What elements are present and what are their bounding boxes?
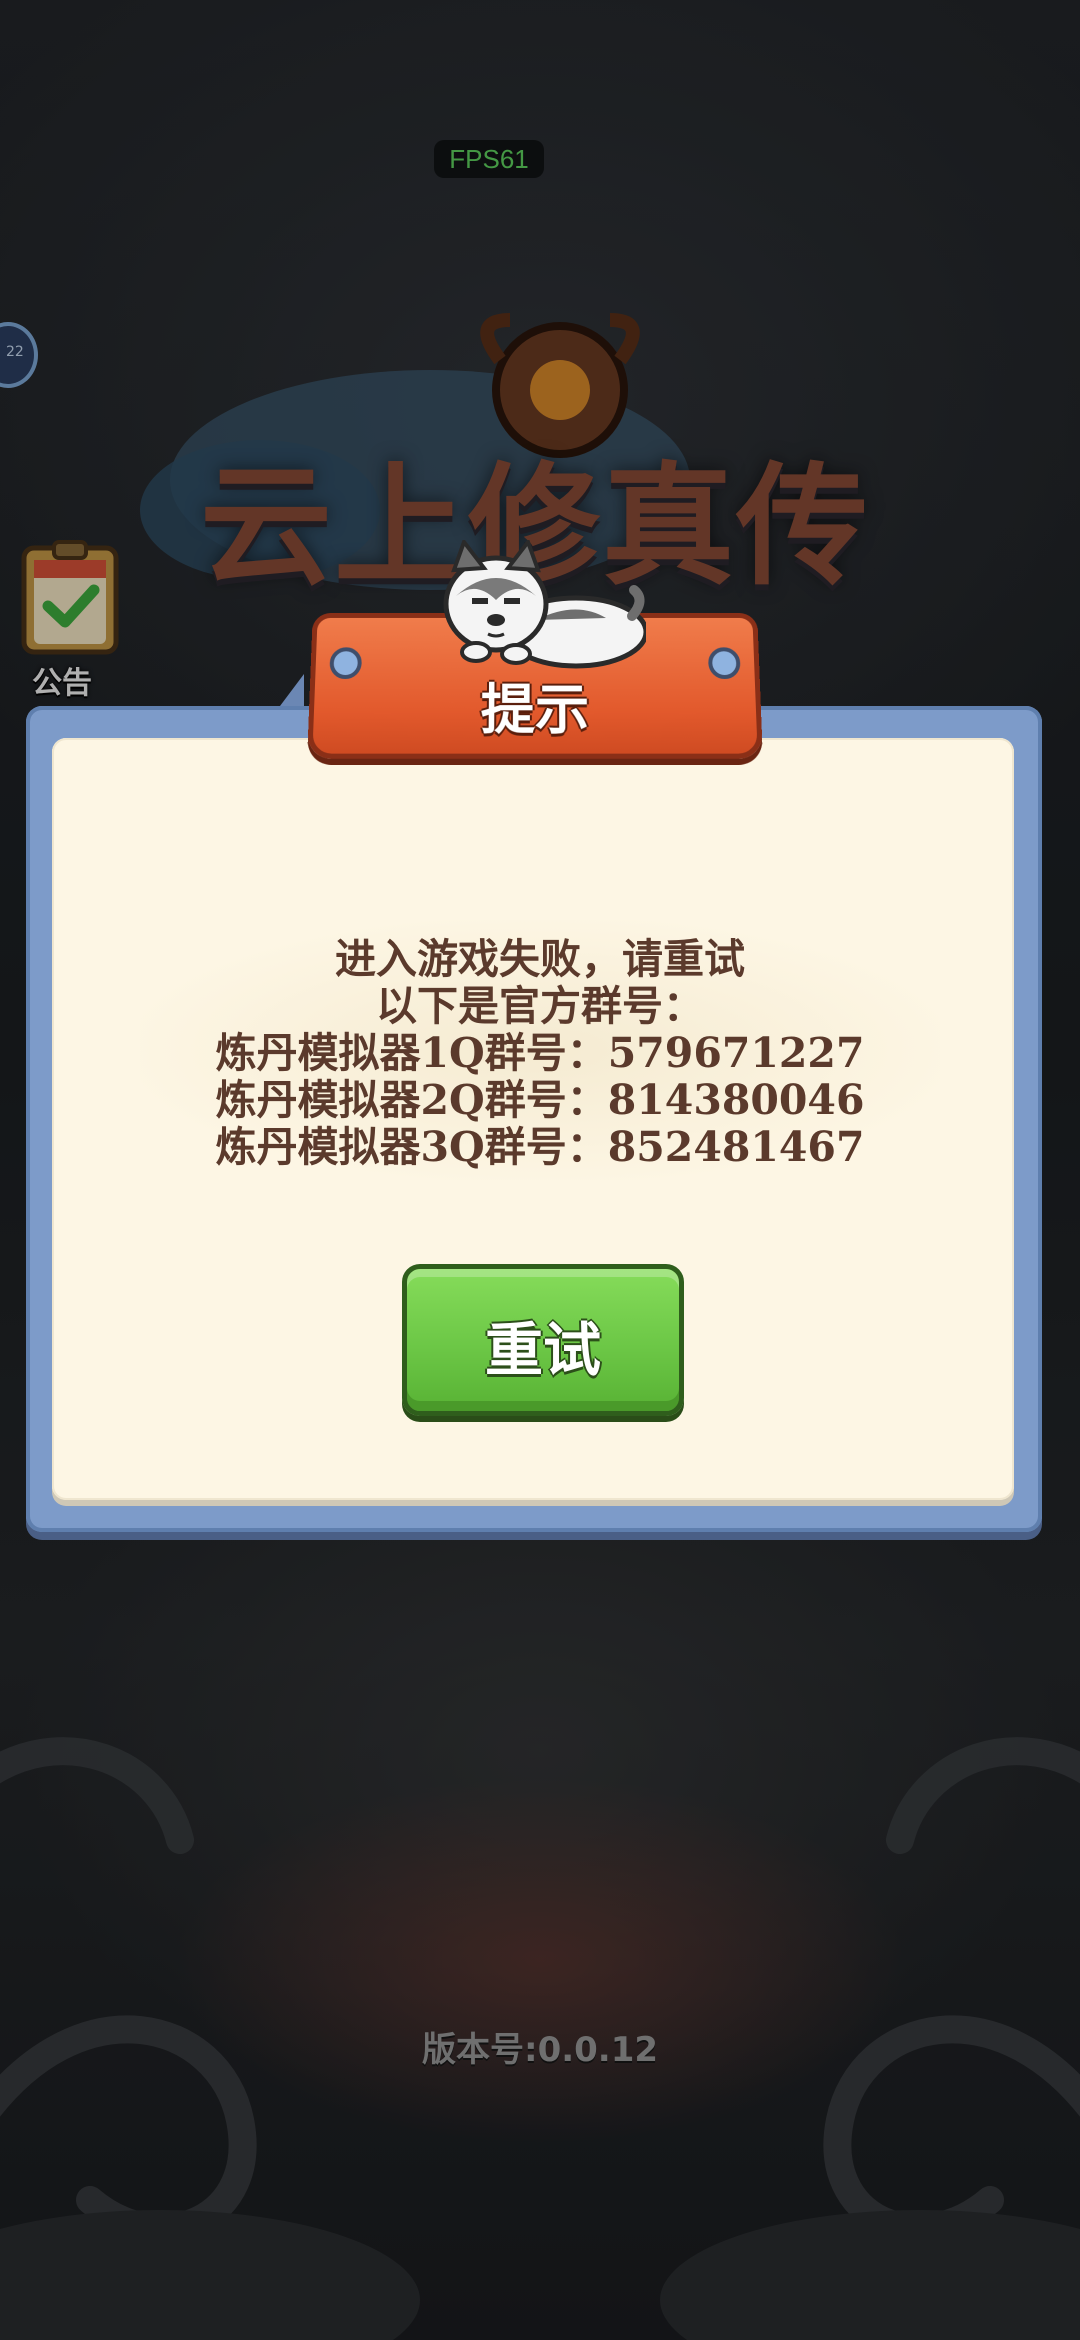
version-label: 版本号:0.0.12 bbox=[0, 2022, 1080, 2071]
dialog-title: 提示 bbox=[313, 665, 758, 744]
group-number-line-3: 炼丹模拟器3Q群号：852481467 bbox=[140, 1124, 940, 1171]
retry-button[interactable]: 重试 bbox=[402, 1264, 684, 1416]
dialog-message: 进入游戏失败，请重试 以下是官方群号： 炼丹模拟器1Q群号：579671227 … bbox=[140, 936, 940, 1171]
message-line: 进入游戏失败，请重试 bbox=[140, 936, 940, 983]
retry-label: 重试 bbox=[407, 1303, 679, 1387]
group-number-line-1: 炼丹模拟器1Q群号：579671227 bbox=[140, 1030, 940, 1077]
message-line: 以下是官方群号： bbox=[140, 983, 940, 1030]
husky-mascot-icon bbox=[436, 540, 646, 670]
group-number-line-2: 炼丹模拟器2Q群号：814380046 bbox=[140, 1077, 940, 1124]
